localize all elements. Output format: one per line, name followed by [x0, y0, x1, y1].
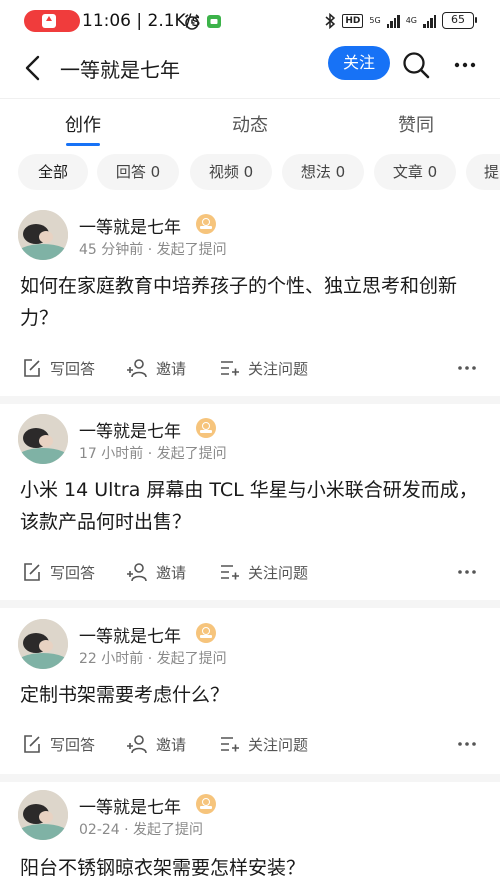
page-title: 一等就是七年 — [60, 58, 180, 82]
edit-icon — [24, 735, 40, 753]
add-to-list-icon — [221, 361, 239, 376]
creator-badge-icon — [196, 214, 216, 234]
action-bar: 写回答 邀请 关注问题 — [0, 558, 500, 586]
invite-label: 邀请 — [156, 563, 187, 582]
more-options-icon[interactable] — [454, 734, 480, 754]
invite-label: 邀请 — [156, 735, 187, 754]
invite-user-icon — [127, 563, 147, 582]
post-meta: 45 分钟前 · 发起了提问 — [79, 242, 227, 258]
invite-button[interactable]: 邀请 — [126, 730, 186, 758]
post-meta: 17 小时前 · 发起了提问 — [79, 446, 227, 462]
add-to-list-icon — [221, 737, 239, 752]
signal-bars-icon — [386, 14, 400, 28]
invite-user-icon — [127, 359, 147, 378]
author-name[interactable]: 一等就是七年 — [79, 622, 181, 647]
action-bar: 写回答 邀请 关注问题 — [0, 730, 500, 758]
write-answer-label: 写回答 — [50, 735, 96, 754]
profile-header: 一等就是七年 关注 — [0, 44, 500, 98]
feed-divider — [0, 396, 500, 404]
invite-label: 邀请 — [156, 359, 187, 378]
invite-button[interactable]: 邀请 — [126, 558, 186, 586]
feed-divider — [0, 600, 500, 608]
add-to-list-icon — [221, 565, 239, 580]
creator-badge-icon — [196, 794, 216, 814]
post-meta: 22 小时前 · 发起了提问 — [79, 651, 227, 667]
follow-button[interactable]: 关注 — [328, 46, 390, 80]
follow-question-label: 关注问题 — [248, 359, 309, 378]
follow-question-button[interactable]: 关注问题 — [220, 730, 308, 758]
avatar[interactable] — [18, 414, 68, 464]
hd-badge: HD — [342, 13, 364, 28]
app-notification-icon — [207, 15, 221, 28]
alarm-icon — [184, 14, 200, 30]
feed-item[interactable]: 一等就是七年 22 小时前 · 发起了提问 定制书架需要考虑什么？ 写回答 邀请… — [0, 608, 500, 774]
status-right-cluster: HD 5G 4G 65 — [324, 12, 477, 29]
filter-chip-answers[interactable]: 回答 0 — [97, 154, 179, 190]
tab-activity[interactable]: 动态 — [210, 111, 290, 137]
action-bar: 写回答 邀请 关注问题 — [0, 354, 500, 382]
invite-user-icon — [127, 735, 147, 754]
feed-item[interactable]: 一等就是七年 02-24 · 发起了提问 阳台不锈钢晾衣架需要怎样安装？ — [0, 782, 500, 888]
question-title[interactable]: 小米 14 Ultra 屏幕由 TCL 华星与小米联合研发而成，该款产品何时出售… — [20, 474, 482, 538]
bluetooth-icon — [325, 12, 336, 29]
network-label-4g: 4G — [405, 15, 417, 25]
feed-divider — [0, 774, 500, 782]
tab-upvoted[interactable]: 赞同 — [376, 111, 456, 137]
edit-icon — [24, 359, 40, 377]
write-answer-button[interactable]: 写回答 — [22, 558, 95, 586]
write-answer-label: 写回答 — [50, 359, 96, 378]
avatar[interactable] — [18, 619, 68, 669]
author-name[interactable]: 一等就是七年 — [79, 417, 181, 442]
follow-question-label: 关注问题 — [248, 563, 309, 582]
filter-chip-all[interactable]: 全部 — [18, 154, 88, 190]
author-name[interactable]: 一等就是七年 — [79, 793, 181, 818]
creator-badge-icon — [196, 418, 216, 438]
filter-chips: 全部 回答 0 视频 0 想法 0 文章 0 提 — [0, 154, 500, 192]
content-tabs: 创作 动态 赞同 — [0, 98, 500, 148]
post-meta: 02-24 · 发起了提问 — [79, 822, 204, 838]
write-answer-button[interactable]: 写回答 — [22, 730, 95, 758]
screen-record-icon[interactable] — [24, 10, 80, 32]
signal-bars-icon — [423, 14, 436, 28]
creator-badge-icon — [196, 623, 216, 643]
question-title[interactable]: 阳台不锈钢晾衣架需要怎样安装？ — [20, 852, 482, 884]
edit-icon — [24, 563, 40, 581]
search-icon[interactable] — [400, 49, 432, 81]
more-options-icon[interactable] — [454, 358, 480, 378]
avatar[interactable] — [18, 790, 68, 840]
write-answer-label: 写回答 — [50, 563, 96, 582]
tab-active-indicator — [66, 143, 100, 146]
filter-chip-more[interactable]: 提 — [466, 154, 500, 190]
more-options-icon[interactable] — [454, 562, 480, 582]
battery-indicator: 65 — [442, 12, 477, 29]
author-name[interactable]: 一等就是七年 — [79, 213, 181, 238]
filter-chip-articles[interactable]: 文章 0 — [374, 154, 456, 190]
question-title[interactable]: 如何在家庭教育中培养孩子的个性、独立思考和创新力？ — [20, 270, 482, 334]
filter-chip-thoughts[interactable]: 想法 0 — [282, 154, 364, 190]
follow-question-button[interactable]: 关注问题 — [220, 354, 308, 382]
more-icon[interactable] — [450, 52, 480, 78]
status-bar: 11:06 | 2.1K/s HD 5G 4G 65 — [0, 0, 500, 44]
question-title[interactable]: 定制书架需要考虑什么？ — [20, 679, 482, 711]
follow-question-button[interactable]: 关注问题 — [220, 558, 308, 586]
avatar[interactable] — [18, 210, 68, 260]
invite-button[interactable]: 邀请 — [126, 354, 186, 382]
back-icon[interactable] — [18, 52, 50, 84]
network-label-5g: 5G — [369, 15, 381, 25]
follow-question-label: 关注问题 — [248, 735, 309, 754]
feed-item[interactable]: 一等就是七年 17 小时前 · 发起了提问 小米 14 Ultra 屏幕由 TC… — [0, 404, 500, 600]
feed-item[interactable]: 一等就是七年 45 分钟前 · 发起了提问 如何在家庭教育中培养孩子的个性、独立… — [0, 196, 500, 396]
write-answer-button[interactable]: 写回答 — [22, 354, 95, 382]
tab-creation[interactable]: 创作 — [43, 111, 123, 137]
filter-chip-videos[interactable]: 视频 0 — [190, 154, 272, 190]
